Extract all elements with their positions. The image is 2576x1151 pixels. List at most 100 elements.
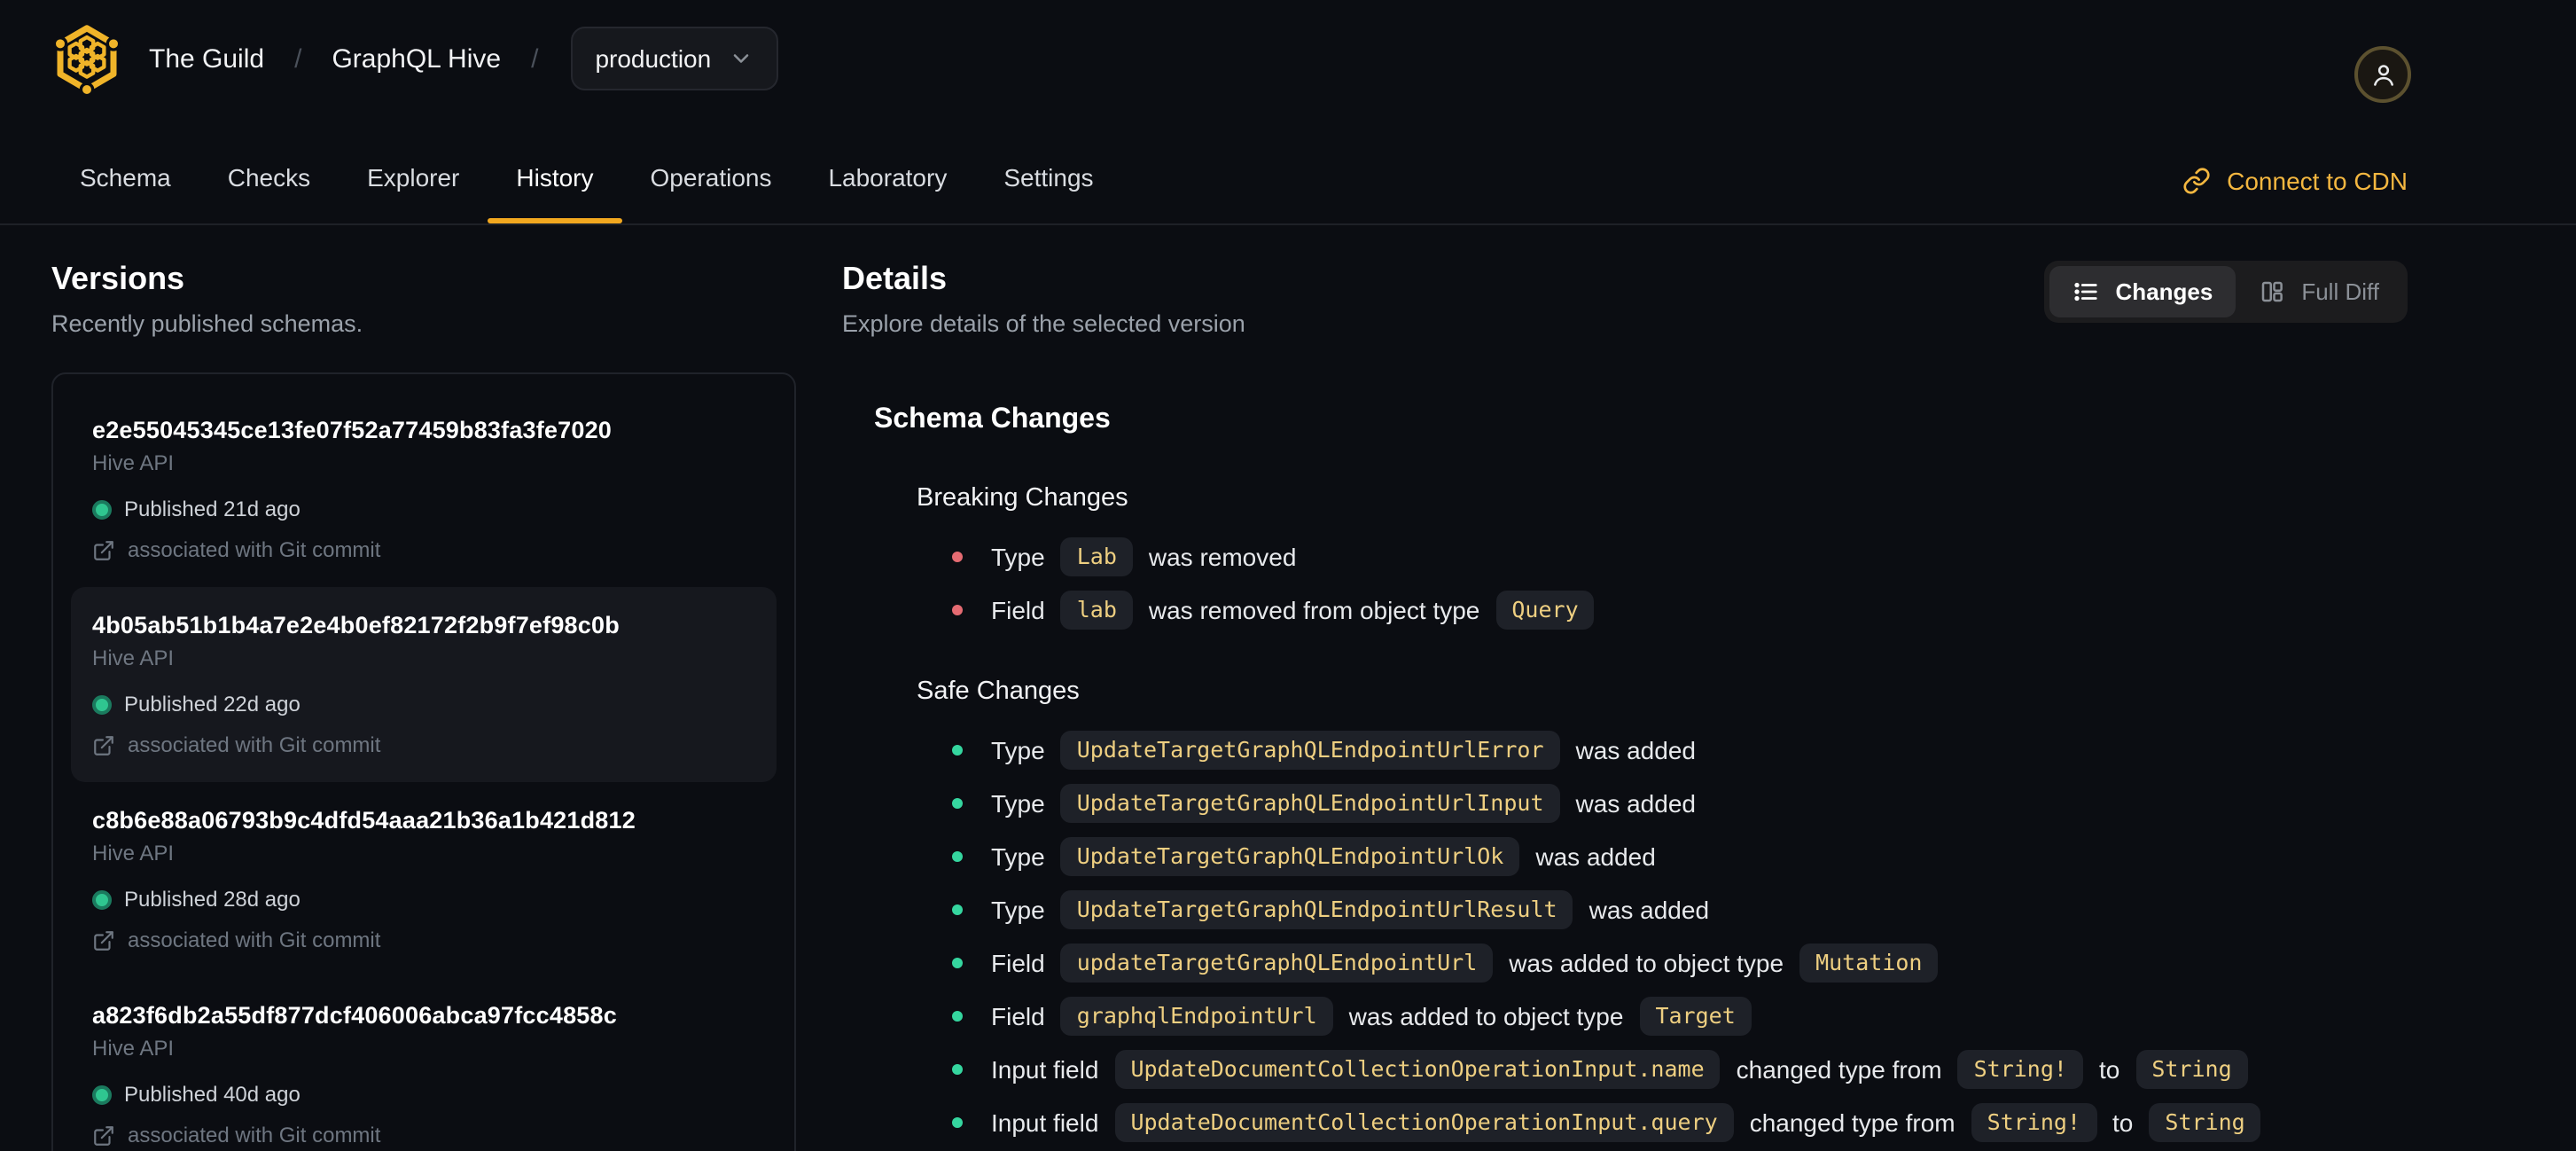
change-item: Field graphqlEndpointUrl was added to obje… [952,997,2408,1036]
details-heading-block: Details Explore details of the selected … [842,225,1245,337]
user-avatar-button[interactable] [2354,46,2411,103]
change-item: Type UpdateTargetGraphQLEndpointUrlOk was … [952,837,2408,876]
schema-token-chip: UpdateDocumentCollectionOperationInput.n… [1114,1050,1721,1089]
list-icon [2074,282,2098,301]
bullet-dot [952,851,963,862]
change-text: was added to object type [1348,1002,1624,1030]
bullet-dot [952,745,963,756]
schema-token-chip: updateTargetGraphQLEndpointUrl [1060,944,1494,983]
version-status-label: Published 28d ago [124,887,301,912]
bullet-dot [952,798,963,809]
version-list-item[interactable]: c8b6e88a06793b9c4dfd54aaa21b36a1b421d812… [71,782,777,977]
breaking-changes-list: Type Lab was removed Field lab was removed fr… [917,537,2408,630]
breadcrumb-separator: / [294,43,302,74]
target-selector-value: production [595,44,712,73]
change-item: Type Lab was removed [952,537,2408,576]
change-text: changed type from [1749,1108,1955,1137]
change-text: Field [991,596,1045,624]
nav-tabs: Schema Checks Explorer History Operations Lab… [51,92,1122,223]
version-hash: e2e55045345ce13fe07f52a77459b83fa3fe7020 [92,417,613,443]
changes-view-label: Changes [2115,278,2213,305]
hive-logo-icon[interactable] [51,23,122,94]
header-top-row: The Guild / GraphQL Hive / production [0,0,2576,103]
full-diff-view-button[interactable]: Full Diff [2236,266,2402,317]
version-list-item[interactable]: a823f6db2a55df877dcf406006abca97fcc4858c… [71,977,777,1151]
version-service: Hive API [92,841,175,865]
changes-view-button[interactable]: Changes [2049,266,2236,317]
version-service: Hive API [92,1036,175,1061]
change-text: was removed [1148,543,1297,571]
tab-operations[interactable]: Operations [622,145,800,223]
tab-laboratory[interactable]: Laboratory [800,145,975,223]
change-text: was added [1575,789,1696,818]
git-commit-link[interactable]: associated with Git commit [92,928,755,952]
external-link-icon [94,930,113,950]
schema-changes-title: Schema Changes [874,404,1111,435]
target-selector-dropdown[interactable]: production [570,27,779,90]
published-dot-icon [92,499,112,519]
versions-title: Versions [51,261,185,296]
bullet-dot [952,904,963,915]
versions-panel: Versions Recently published schemas. e2e… [51,225,796,1151]
change-text: to [2112,1108,2134,1137]
tab-explorer[interactable]: Explorer [339,145,488,223]
published-dot-icon [92,694,112,714]
version-list-item[interactable]: 4b05ab51b1b4a7e2e4b0ef82172f2b9f7ef98c0b… [71,587,777,782]
change-text: Type [991,736,1045,764]
git-commit-label: associated with Git commit [128,732,381,757]
safe-changes-group: Safe Changes Type UpdateTargetGraphQLEndp… [874,677,2408,1142]
change-text: Type [991,842,1045,871]
connect-to-cdn-button[interactable]: Connect to CDN [2182,167,2408,223]
git-commit-link[interactable]: associated with Git commit [92,1123,755,1147]
connect-to-cdn-label: Connect to CDN [2227,167,2408,195]
git-commit-label: associated with Git commit [128,928,381,952]
tab-history[interactable]: History [488,145,621,223]
version-status-label: Published 21d ago [124,497,301,521]
change-text: Type [991,789,1045,818]
change-item: Type UpdateTargetGraphQLEndpointUrlError w… [952,731,2408,770]
git-commit-link[interactable]: associated with Git commit [92,732,755,757]
safe-changes-list: Type UpdateTargetGraphQLEndpointUrlError w… [917,731,2408,1142]
git-commit-link[interactable]: associated with Git commit [92,537,755,562]
change-text: was added [1575,736,1696,764]
git-commit-label: associated with Git commit [128,537,381,562]
version-status: Published 40d ago [92,1082,755,1107]
change-item: Input field UpdateDocumentCollectionOpera… [952,1103,2408,1142]
git-commit-label: associated with Git commit [128,1123,381,1147]
columns-icon [2262,281,2283,302]
tab-settings[interactable]: Settings [975,145,1121,223]
change-text: Field [991,949,1045,977]
version-status: Published 22d ago [92,692,755,716]
schema-token-chip: graphqlEndpointUrl [1060,997,1333,1036]
schema-token-chip: Target [1639,997,1752,1036]
schema-token-chip: lab [1060,591,1133,630]
version-status-label: Published 40d ago [124,1082,301,1107]
change-text: Type [991,896,1045,924]
app-window: The Guild / GraphQL Hive / production Sc… [0,0,2576,1151]
schema-token-chip: Mutation [1799,944,1939,983]
version-hash: c8b6e88a06793b9c4dfd54aaa21b36a1b421d812 [92,807,636,834]
breadcrumb-project[interactable]: GraphQL Hive [332,43,501,74]
app-header: The Guild / GraphQL Hive / production Sc… [0,0,2576,225]
version-status: Published 28d ago [92,887,755,912]
published-dot-icon [92,1084,112,1104]
versions-subtitle: Recently published schemas. [51,310,363,337]
breadcrumb-separator: / [531,43,539,74]
tab-schema[interactable]: Schema [51,145,199,223]
schema-token-chip: UpdateDocumentCollectionOperationInput.q… [1114,1103,1734,1142]
bullet-dot [952,1064,963,1075]
version-service: Hive API [92,450,175,475]
bullet-dot [952,1117,963,1128]
version-list-item[interactable]: e2e55045345ce13fe07f52a77459b83fa3fe7020… [71,392,777,587]
full-diff-view-label: Full Diff [2301,278,2379,305]
breaking-changes-group: Breaking Changes Type Lab was removed Field… [874,484,2408,630]
change-text: was added [1535,842,1656,871]
details-panel: Details Explore details of the selected … [842,225,2408,1151]
header-tabs-row: Schema Checks Explorer History Operations Lab… [0,92,2576,223]
version-hash: a823f6db2a55df877dcf406006abca97fcc4858c [92,1002,617,1029]
change-text: was added to object type [1509,949,1784,977]
bullet-dot [952,605,963,615]
version-service: Hive API [92,646,175,670]
breadcrumb-org[interactable]: The Guild [149,43,264,74]
tab-checks[interactable]: Checks [199,145,339,223]
